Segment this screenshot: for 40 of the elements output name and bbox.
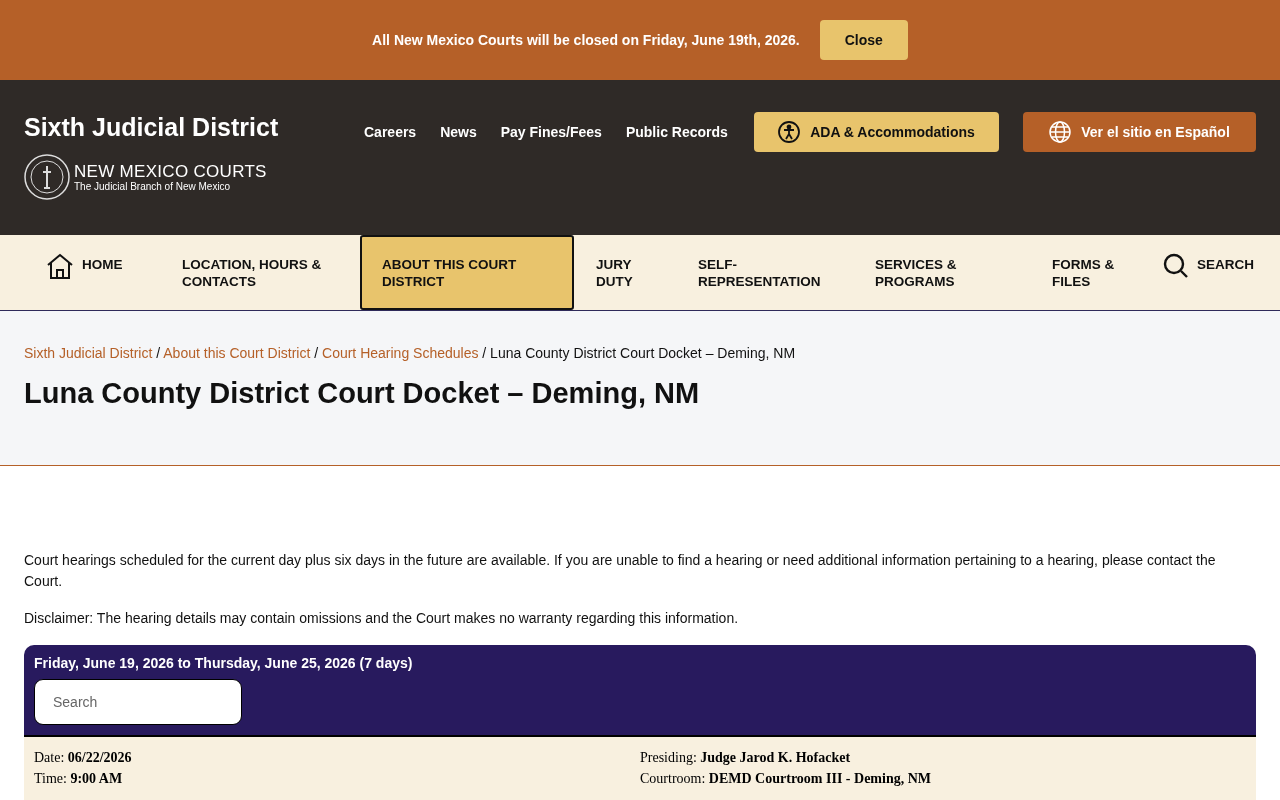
header-link[interactable]: News <box>440 124 477 142</box>
language-button[interactable]: Ver el sitio en Español <box>1023 112 1256 152</box>
seal-icon <box>24 154 70 200</box>
alert-message: All New Mexico Courts will be closed on Friday, June 19th, 2026. <box>372 32 800 48</box>
breadcrumb-separator: / <box>156 345 161 361</box>
site-title[interactable]: Sixth Judicial District <box>24 113 354 142</box>
date-range: Friday, June 19, 2026 to Thursday, June 25, 2026 (7 days) <box>34 655 414 671</box>
breadcrumb-link[interactable]: Court Hearing Schedules <box>322 345 479 361</box>
search-field[interactable]: Search <box>34 679 242 725</box>
breadcrumb-separator: / <box>314 345 319 361</box>
breadcrumb-link[interactable]: About this Court District <box>163 345 311 361</box>
hearing-detail: Date: 06/22/2026 <box>34 749 133 767</box>
accessibility-icon <box>778 121 801 143</box>
nav-item[interactable]: ABOUT THIS COURT DISTRICT <box>360 235 574 310</box>
breadcrumb-separator: / <box>482 345 487 361</box>
breadcrumb-current: Luna County District Court Docket – Deming, NM <box>490 345 796 361</box>
nav-item[interactable]: LOCATION, HOURS & CONTACTS <box>160 235 360 310</box>
intro-paragraph: Disclaimer: The hearing details may contain omissions and the Court makes no warranty regarding this information. <box>24 609 740 628</box>
hearing-detail: Courtroom: DEMD Courtroom III - Deming, NM <box>640 770 932 788</box>
search-icon <box>1163 253 1189 279</box>
nav-item[interactable]: SEARCH <box>1161 235 1256 310</box>
hearing-detail: Presiding: Judge Jarod K. Hofacket <box>640 749 852 767</box>
nav-item[interactable]: HOME <box>44 235 160 310</box>
logo-name: NEW MEXICO COURTS <box>74 162 267 181</box>
nav-item[interactable]: JURY DUTY <box>574 235 676 310</box>
page-title: Luna County District Court Docket – Deming, NM <box>24 377 701 410</box>
nav-item[interactable]: FORMS & FILES <box>1030 235 1150 310</box>
globe-icon <box>1049 121 1072 143</box>
accommodations-button[interactable]: ADA & Accommodations <box>754 112 999 152</box>
header-link[interactable]: Careers <box>364 124 417 142</box>
home-icon <box>46 253 74 279</box>
hearing-detail: Time: 9:00 AM <box>34 770 124 788</box>
nav-item[interactable]: SELF-REPRESENTATION <box>676 235 853 310</box>
intro-paragraph: Court hearings scheduled for the current day plus six days in the future are available. If you are unable to find a hearing or need additional information pertaining to a hearing, please contact the Court. <box>24 551 1217 591</box>
logo-tagline: The Judicial Branch of New Mexico <box>74 180 232 192</box>
header-link[interactable]: Public Records <box>625 124 728 142</box>
close-button[interactable]: Close <box>819 20 908 60</box>
header-link[interactable]: Pay Fines/Fees <box>500 124 602 142</box>
nav-item[interactable]: SERVICES & PROGRAMS <box>853 235 1030 310</box>
breadcrumb-link[interactable]: Sixth Judicial District <box>24 345 153 361</box>
